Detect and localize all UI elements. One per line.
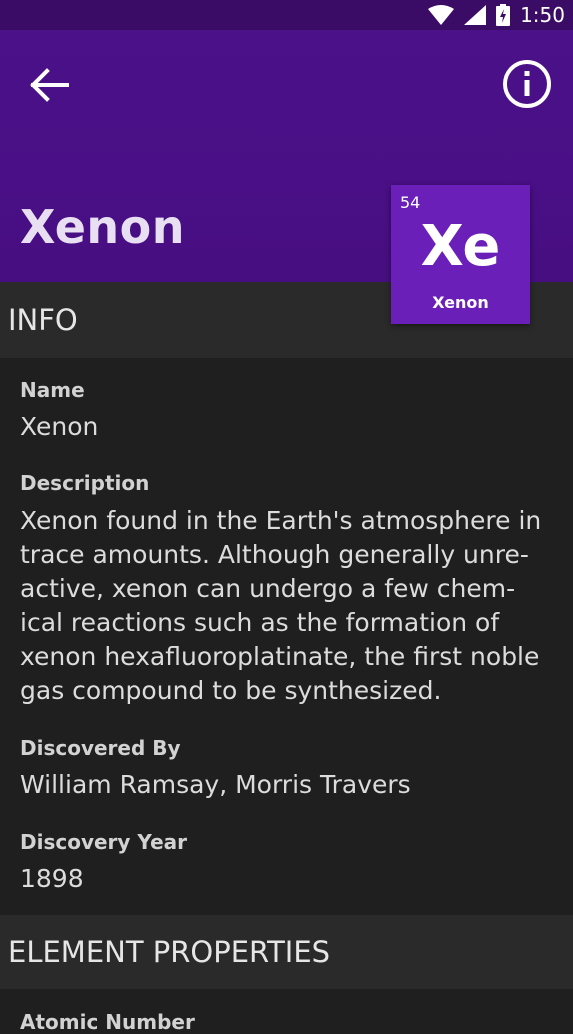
- info-icon: [502, 59, 552, 114]
- name-label: Name: [20, 378, 85, 402]
- atomic-number-label: Atomic Number: [20, 1010, 195, 1034]
- discovered-by-value: William Ramsay, Morris Travers: [20, 770, 411, 799]
- signal-icon: [464, 5, 487, 25]
- section-title-element-properties: ELEMENT PROPERTIES: [8, 935, 331, 969]
- description-line: gas compound to be synthesized.: [20, 676, 442, 705]
- page-title: Xenon: [20, 200, 186, 254]
- info-button[interactable]: [499, 58, 555, 114]
- description-line: trace amounts. Although generally unre-: [20, 540, 529, 569]
- discovery-year-value: 1898: [20, 864, 84, 893]
- section-title-info: INFO: [8, 303, 78, 337]
- arrow-back-icon: [27, 63, 71, 112]
- description-line: Xenon found in the Earth's atmosphere in: [20, 506, 542, 535]
- element-tile-symbol: Xe: [420, 214, 501, 279]
- status-clock: 1:50: [520, 3, 565, 27]
- element-tile-name: Xenon: [432, 293, 489, 312]
- description-line: active, xenon can undergo a few chem-: [20, 574, 516, 603]
- info-content: Name Xenon Description Xenon found in th…: [0, 358, 573, 915]
- description-line: ical reactions such as the formation of: [20, 608, 500, 637]
- status-bar: 1:50: [0, 0, 573, 30]
- description-label: Description: [20, 471, 150, 495]
- wifi-icon: [428, 5, 455, 25]
- section-header-element-properties: ELEMENT PROPERTIES: [0, 915, 573, 989]
- back-button[interactable]: [22, 60, 76, 114]
- name-value: Xenon: [20, 412, 99, 441]
- element-tile-atomic-number: 54: [400, 193, 421, 212]
- description-line: xenon hexafluoroplatinate, the first nob…: [20, 642, 540, 671]
- battery-charging-icon: [496, 4, 511, 26]
- discovery-year-label: Discovery Year: [20, 830, 187, 854]
- discovered-by-label: Discovered By: [20, 736, 181, 760]
- element-tile: 54 Xe Xenon: [391, 185, 530, 324]
